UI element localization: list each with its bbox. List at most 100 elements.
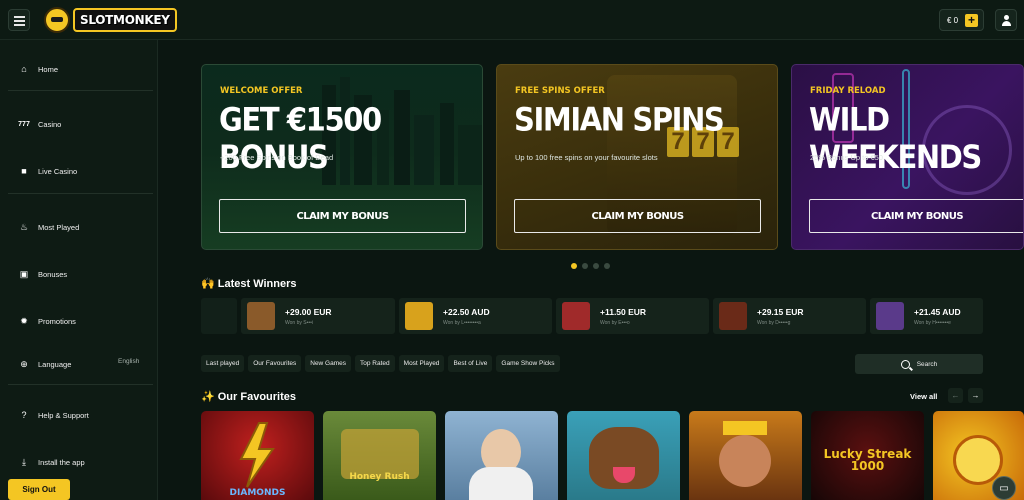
host-body (469, 467, 533, 500)
game-tile[interactable] (567, 411, 680, 500)
game-tile[interactable] (689, 411, 802, 500)
search-icon (900, 359, 910, 369)
latest-winners-title: 🙌 Latest Winners (201, 278, 297, 290)
sidebar-item-promotions[interactable]: ✹ Promotions (18, 315, 76, 327)
sidebar-item-bonuses[interactable]: ▣ Bonuses (18, 268, 67, 280)
promo-overline: FREE SPINS OFFER (515, 86, 605, 96)
chat-support-icon[interactable]: ▭ (992, 476, 1016, 500)
filter-our-favourites[interactable]: Our Favourites (248, 355, 302, 372)
gold-coin-image (953, 435, 1003, 485)
game-tile[interactable]: Honey Rush (323, 411, 436, 500)
claim-bonus-button[interactable]: CLAIM MY BONUS (809, 199, 1023, 233)
gear-badge-icon: ✹ (20, 315, 28, 326)
view-all-link[interactable]: View all (910, 392, 937, 401)
video-camera-icon: ■ (21, 166, 27, 176)
winner-name: Won by H•••••••e (914, 320, 951, 326)
game-title: Lucky Streak 1000 (823, 447, 912, 473)
winner-card[interactable]: +11.50 EUR Won by E•••o (556, 298, 709, 334)
game-thumbnail (405, 302, 433, 330)
winner-card[interactable]: +22.50 AUD Won by L••••••••a (399, 298, 552, 334)
sidebar-item-most-played[interactable]: ♨ Most Played (18, 221, 79, 233)
carousel-dot[interactable] (582, 263, 588, 269)
arrow-right-icon[interactable]: → (968, 388, 983, 403)
sign-out-button[interactable]: Sign Out (8, 479, 70, 500)
sidebar-item-label: Home (38, 64, 59, 74)
gift-icon: ▣ (19, 268, 29, 279)
sidebar-item-label: Bonuses (38, 269, 68, 279)
game-tile[interactable] (445, 411, 558, 500)
divider (8, 90, 153, 91)
winner-card-partial (201, 298, 237, 334)
win-amount: +11.50 EUR (600, 307, 647, 317)
home-icon: ⌂ (21, 64, 27, 74)
sidebar-item-language[interactable]: ⊕ Language (18, 358, 71, 370)
brand-name: SLOTMONKEY (73, 8, 177, 32)
promo-subtitle: 25% Bonus Up to €50 (810, 153, 883, 162)
game-tile[interactable]: DIAMONDS (201, 411, 314, 500)
fire-icon: ♨ (19, 221, 29, 232)
main-content: WELCOME OFFER GET €1500 BONUS +200 Free … (158, 40, 1024, 500)
promo-card-free-spins[interactable]: 7 7 7 FREE SPINS OFFER SIMIAN SPINS Up t… (496, 64, 778, 250)
lightning-icon (239, 422, 275, 488)
top-bar: SLOTMONKEY € 0 + (0, 0, 1024, 40)
arrow-left-icon[interactable]: ← (948, 388, 963, 403)
filter-game-show-picks[interactable]: Game Show Picks (496, 355, 560, 372)
carousel-dot[interactable] (593, 263, 599, 269)
sidebar-item-label: Help & Support (38, 410, 89, 420)
sidebar-item-home[interactable]: ⌂ Home (18, 63, 58, 75)
brand-logo[interactable]: SLOTMONKEY (44, 6, 177, 34)
globe-icon: ⊕ (20, 358, 28, 369)
winner-card[interactable]: +29.15 EUR Won by D•••••g (713, 298, 866, 334)
sidebar-item-label: Most Played (38, 222, 80, 232)
promo-subtitle: +200 Free Spins on Book of Dead (220, 153, 334, 162)
promo-headline: WILD WEEKENDS (809, 101, 982, 176)
carousel-dot[interactable] (571, 263, 577, 269)
game-thumbnail (562, 302, 590, 330)
sidebar-item-label: Live Casino (38, 166, 78, 176)
filter-top-rated[interactable]: Top Rated (355, 355, 395, 372)
sidebar-item-casino[interactable]: 777 Casino (18, 118, 61, 130)
game-thumbnail (247, 302, 275, 330)
deposit-plus-icon[interactable]: + (965, 14, 978, 27)
question-icon: ? (21, 410, 27, 420)
promo-card-friday-reload[interactable]: FRIDAY RELOAD WILD WEEKENDS 25% Bonus Up… (791, 64, 1024, 250)
win-amount: +29.15 EUR (757, 307, 804, 317)
winner-card[interactable]: +21.45 AUD Won by H•••••••e (870, 298, 983, 334)
filter-most-played[interactable]: Most Played (398, 355, 445, 372)
claim-bonus-button[interactable]: CLAIM MY BONUS (514, 199, 761, 233)
carousel-dot[interactable] (604, 263, 610, 269)
sidebar: ⌂ Home 777 Casino ■ Live Casino ♨ Most P… (0, 40, 158, 500)
claim-bonus-button[interactable]: CLAIM MY BONUS (219, 199, 466, 233)
winner-name: Won by D•••••g (757, 320, 791, 326)
wallet-balance[interactable]: € 0 + (939, 9, 984, 31)
slot-777-icon: 777 (18, 120, 30, 128)
filter-last-played[interactable]: Last played (201, 355, 245, 372)
king-portrait (719, 435, 771, 487)
promo-overline: FRIDAY RELOAD (810, 86, 886, 96)
filter-new-games[interactable]: New Games (305, 355, 352, 372)
promo-card-welcome[interactable]: WELCOME OFFER GET €1500 BONUS +200 Free … (201, 64, 483, 250)
winner-card[interactable]: +29.00 EUR Won by S•••i (241, 298, 395, 334)
sidebar-item-install-app[interactable]: ⤓ Install the app (18, 456, 85, 468)
promo-headline: GET €1500 BONUS (219, 101, 382, 176)
search-label: Search (916, 360, 938, 368)
user-account-icon[interactable] (995, 9, 1017, 31)
game-title: DIAMONDS (229, 488, 286, 498)
sidebar-item-label: Language (38, 359, 72, 369)
sidebar-item-label: Install the app (38, 457, 85, 467)
category-filters: Last played Our Favourites New Games Top… (201, 355, 560, 372)
divider (8, 193, 153, 194)
hamburger-menu-icon[interactable] (8, 9, 30, 31)
promo-subtitle: Up to 100 free spins on your favourite s… (515, 153, 658, 162)
search-button[interactable]: Search (855, 354, 983, 374)
sidebar-item-label: Promotions (38, 316, 76, 326)
sidebar-item-live-casino[interactable]: ■ Live Casino (18, 165, 77, 177)
favourites-carousel: DIAMONDS Honey Rush Lucky Streak 1000 (201, 411, 1024, 500)
winner-name: Won by S•••i (285, 320, 313, 326)
winner-name: Won by L••••••••a (443, 320, 481, 326)
divider (8, 384, 153, 385)
sidebar-item-help[interactable]: ? Help & Support (18, 409, 89, 421)
filter-best-of-live[interactable]: Best of Live (448, 355, 493, 372)
game-tile[interactable]: Lucky Streak 1000 (811, 411, 924, 500)
download-icon: ⤓ (22, 456, 26, 467)
